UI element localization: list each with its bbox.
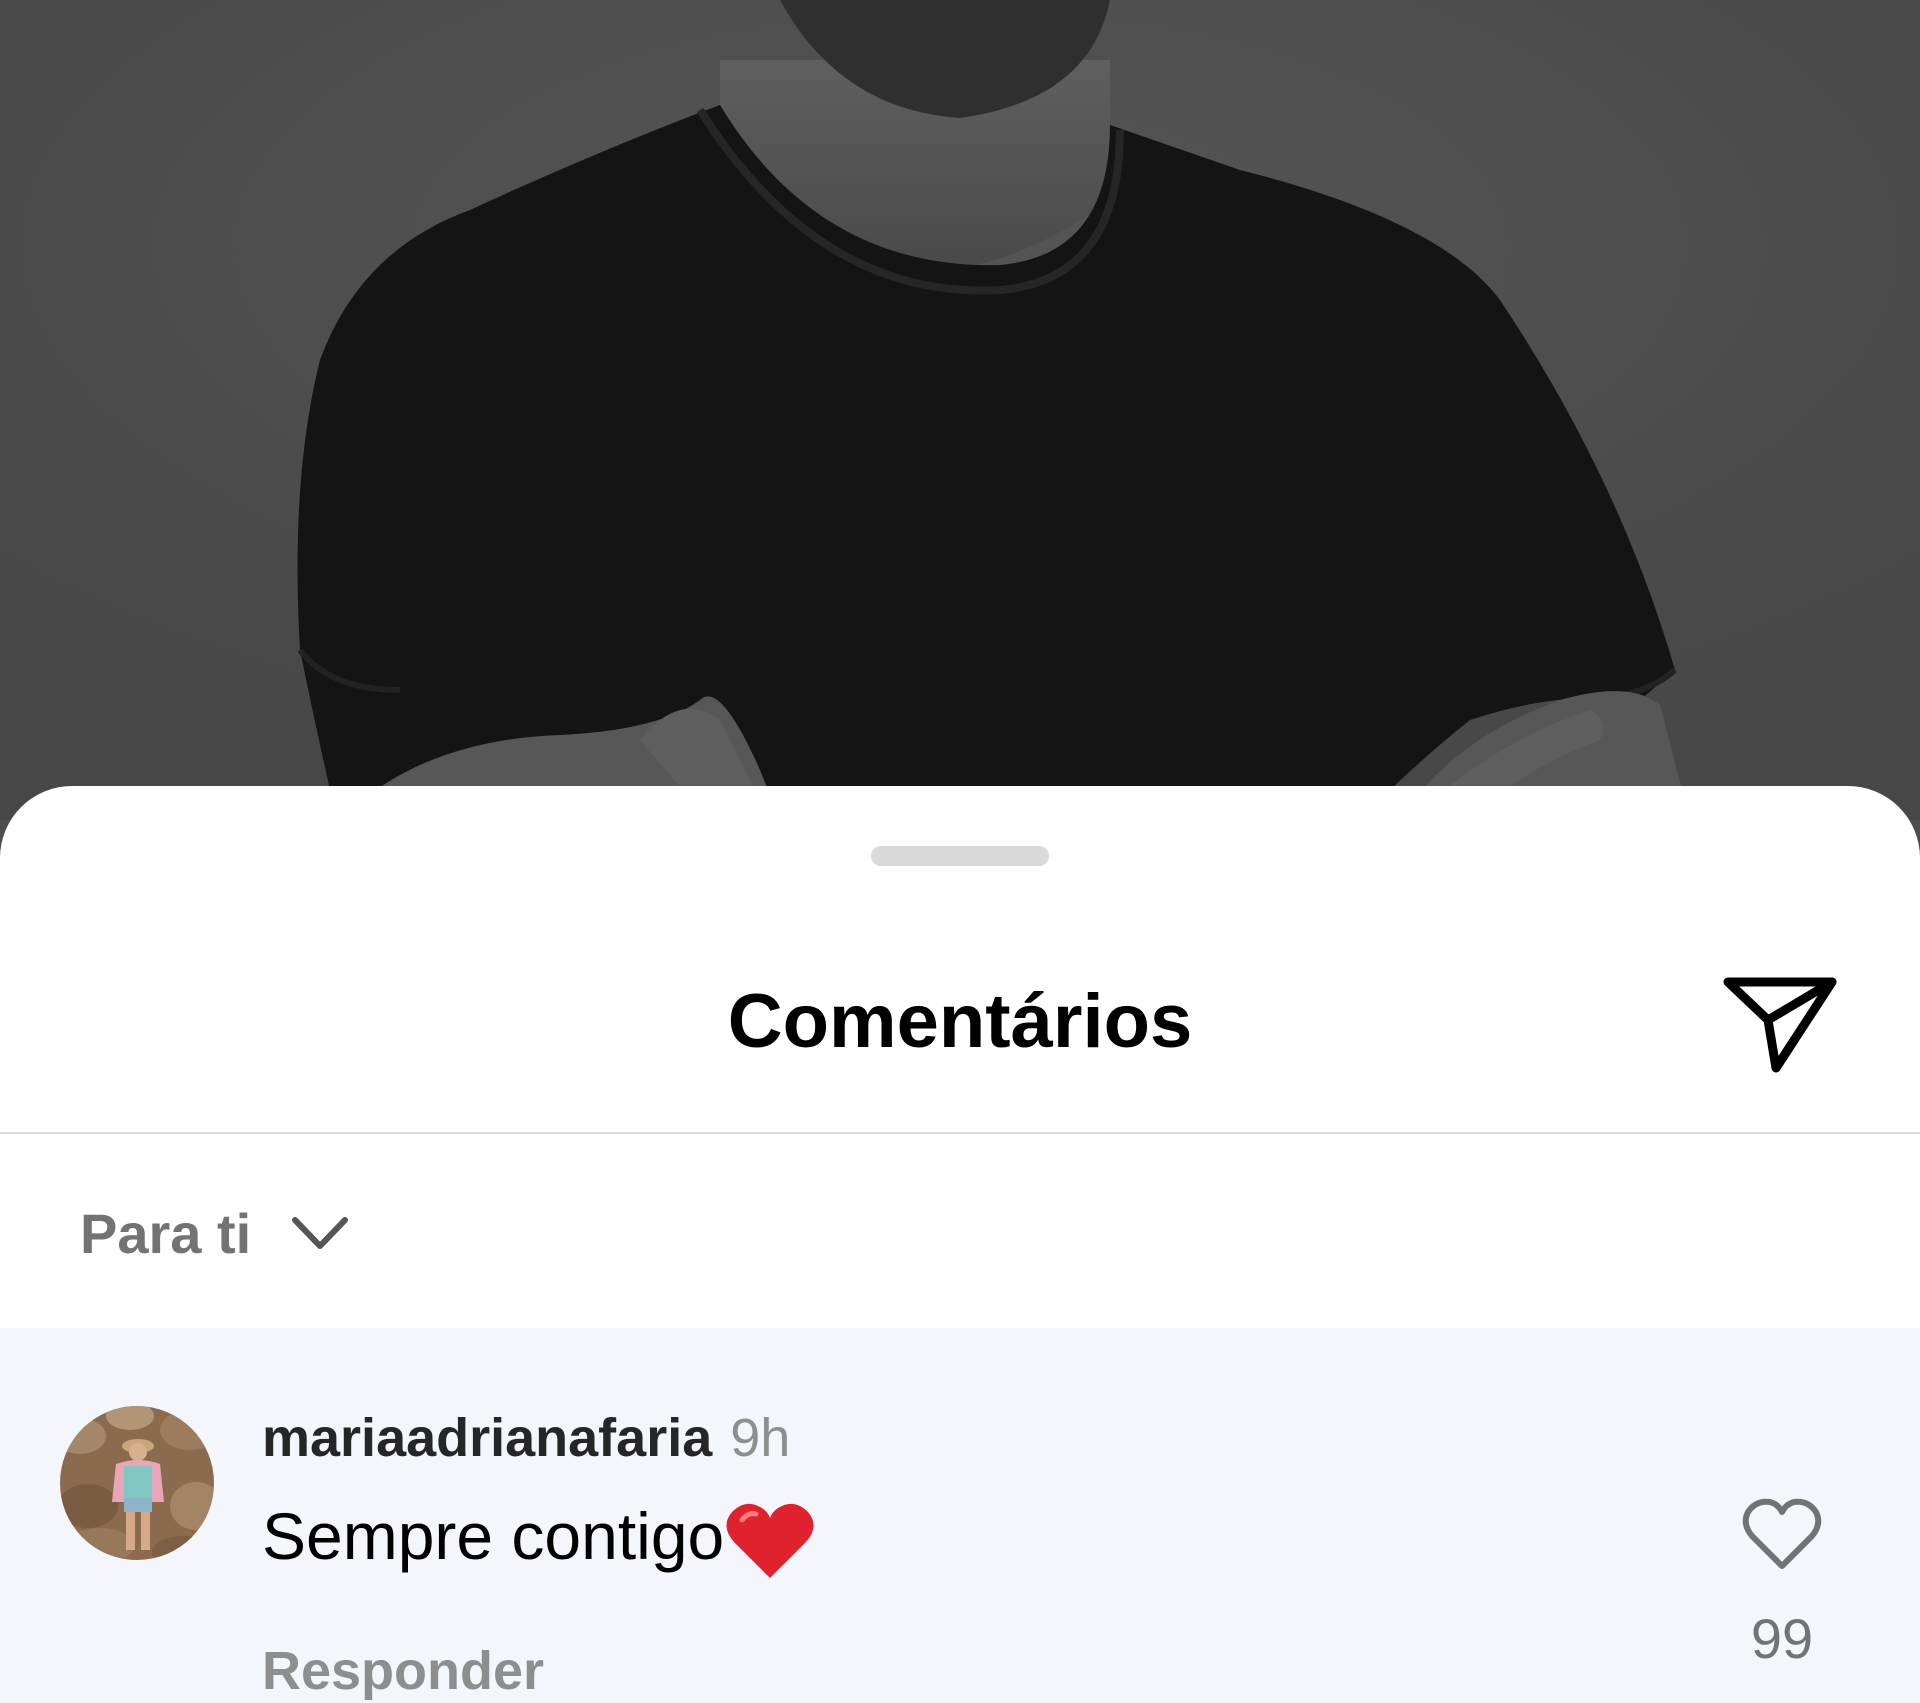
sheet-drag-handle[interactable] [871, 846, 1049, 866]
heart-outline-icon [1742, 1498, 1822, 1569]
person-photo [0, 0, 1920, 820]
comment-item[interactable]: mariaadrianafaria 9h Sempre contigo Respo… [0, 1328, 1920, 1703]
sheet-title: Comentários [727, 979, 1193, 1064]
profile-photo [60, 1406, 214, 1560]
like-comment-button[interactable] [1740, 1496, 1824, 1572]
reply-button[interactable]: Responder [262, 1636, 544, 1703]
like-count: 99 [1750, 1607, 1814, 1670]
send-icon [1723, 977, 1837, 1073]
background-photo [0, 0, 1920, 820]
chevron-down-icon [292, 1217, 349, 1249]
comment-timestamp: 9h [730, 1408, 791, 1468]
share-button[interactable] [1722, 972, 1838, 1078]
comment-text: Sempre contigo [262, 1488, 816, 1584]
comments-sheet: Comentários Para ti mariaadrianafaria 9h… [0, 786, 1920, 1703]
comment-body: Sempre contigo [262, 1499, 725, 1573]
comment-header: mariaadrianafaria 9h [262, 1402, 790, 1474]
comment-username[interactable]: mariaadrianafaria [262, 1408, 712, 1468]
comment-sort-dropdown[interactable]: Para ti [80, 1194, 349, 1274]
sort-selected-label: Para ti [80, 1202, 252, 1265]
header-divider [0, 1132, 1920, 1134]
red-heart-emoji-icon [726, 1503, 814, 1578]
avatar[interactable] [60, 1406, 214, 1560]
